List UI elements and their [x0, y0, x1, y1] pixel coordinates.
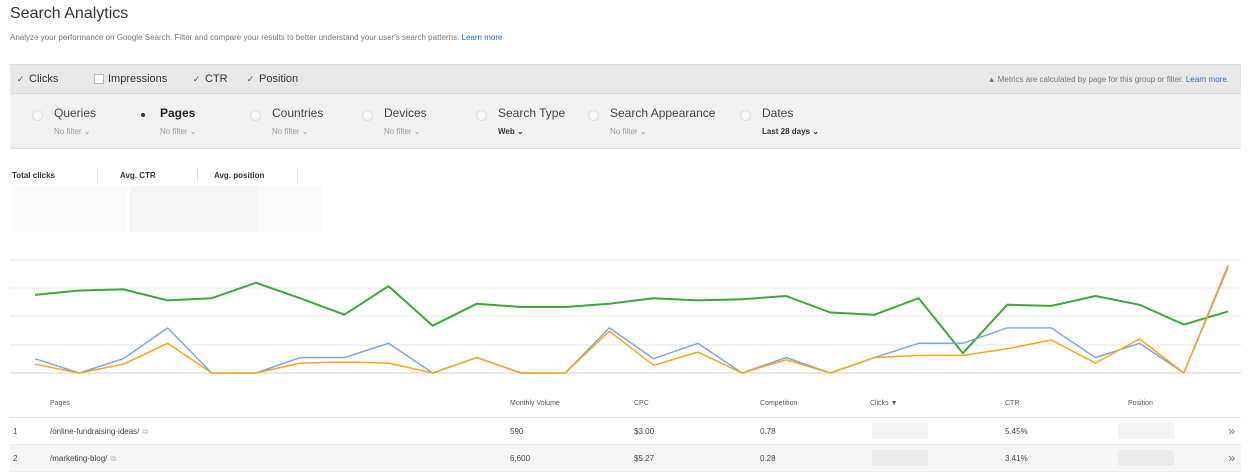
search-type-filter[interactable]: Web ⌄ — [498, 127, 524, 136]
position-redacted — [1118, 423, 1174, 439]
cpc: $5.27 — [634, 454, 655, 463]
avg-position-value-redacted — [258, 186, 322, 232]
devices-filter[interactable]: No filter ⌄ — [384, 127, 421, 136]
check-icon: ✓ — [192, 73, 201, 84]
clicks-redacted — [872, 450, 928, 466]
clicks-redacted — [872, 423, 928, 439]
metrics-note: ▲ Metrics are calculated by page for thi… — [987, 75, 1229, 84]
ctr-checkbox[interactable]: ✓ CTR — [192, 73, 228, 85]
ctr: 5.45% — [1005, 427, 1028, 436]
warning-icon: ▲ — [987, 75, 996, 84]
series-line-3 — [34, 264, 1229, 374]
divider — [197, 168, 198, 182]
radio-icon — [476, 110, 487, 121]
countries-filter[interactable]: No filter ⌄ — [272, 127, 309, 136]
queries-filter[interactable]: No filter ⌄ — [54, 127, 91, 136]
page-url[interactable]: /marketing-blog/⧉ — [50, 454, 116, 464]
competition: 0.28 — [760, 454, 776, 463]
competition: 0.78 — [760, 427, 776, 436]
series-line-2 — [34, 267, 1229, 374]
avg-ctr-label: Avg. CTR — [120, 171, 156, 180]
monthly-volume: 6,600 — [510, 454, 531, 463]
table-row[interactable]: 2 /marketing-blog/⧉ 6,600 $5.27 0.28 3.4… — [10, 445, 1241, 472]
col-ctr[interactable]: CTR — [1005, 400, 1019, 407]
dates-filter[interactable]: Last 28 days ⌄ — [762, 127, 819, 136]
row-number: 2 — [13, 454, 18, 463]
col-monthly-volume[interactable]: Monthly Volume — [510, 400, 560, 407]
page-url[interactable]: /online-fundraising-ideas/⧉ — [50, 427, 148, 437]
check-icon: ✓ — [16, 73, 25, 84]
checkbox-empty-icon — [94, 74, 104, 84]
learn-more-link[interactable]: Learn more — [462, 33, 503, 42]
page-subtitle: Analyze your performance on Google Searc… — [10, 33, 502, 42]
divider — [97, 168, 98, 182]
radio-icon — [740, 110, 751, 121]
radio-icon — [588, 110, 599, 121]
table-header: Pages Monthly Volume CPC Competition Cli… — [10, 389, 1241, 418]
metrics-learn-more-link[interactable]: Learn more. — [1186, 75, 1229, 84]
chart-series — [34, 264, 1229, 374]
performance-chart — [10, 259, 1241, 374]
position-checkbox[interactable]: ✓ Position — [246, 73, 298, 85]
col-clicks[interactable]: Clicks ▼ — [870, 400, 898, 407]
chevron-right-icon[interactable]: » — [1228, 451, 1235, 465]
chevron-right-icon[interactable]: » — [1228, 424, 1235, 438]
col-competition[interactable]: Competition — [760, 400, 797, 407]
page-title: Search Analytics — [10, 5, 129, 22]
search-appearance-filter[interactable]: No filter ⌄ — [610, 127, 647, 136]
avg-ctr-value-redacted — [130, 186, 258, 232]
col-cpc[interactable]: CPC — [634, 400, 649, 407]
position-redacted — [1118, 450, 1174, 466]
radio-selected-icon — [138, 110, 147, 119]
metrics-bar: ✓ Clicks Impressions ✓ CTR ✓ Position ▲ … — [10, 64, 1241, 94]
clicks-checkbox[interactable]: ✓ Clicks — [16, 73, 59, 85]
cpc: $3.00 — [634, 427, 655, 436]
table-row[interactable]: 1 /online-fundraising-ideas/⧉ 590 $3.00 … — [10, 418, 1241, 445]
ctr: 3.41% — [1005, 454, 1028, 463]
radio-icon — [250, 110, 261, 121]
external-link-icon[interactable]: ⧉ — [110, 454, 116, 463]
divider — [297, 168, 298, 182]
total-clicks-value-redacted — [12, 186, 127, 232]
external-link-icon[interactable]: ⧉ — [142, 427, 148, 436]
row-number: 1 — [13, 427, 18, 436]
check-icon: ✓ — [246, 73, 255, 84]
radio-icon — [32, 110, 43, 121]
dimension-tabs: Queries No filter ⌄ Pages No filter ⌄ Co… — [10, 94, 1241, 149]
avg-position-label: Avg. position — [214, 171, 265, 180]
radio-icon — [362, 110, 373, 121]
col-pages[interactable]: Pages — [50, 400, 70, 407]
col-position[interactable]: Position — [1128, 400, 1153, 407]
pages-filter[interactable]: No filter ⌄ — [160, 127, 197, 136]
monthly-volume: 590 — [510, 427, 524, 436]
subtitle-text: Analyze your performance on Google Searc… — [10, 33, 460, 42]
total-clicks-label: Total clicks — [12, 171, 55, 180]
impressions-checkbox[interactable]: Impressions — [94, 73, 167, 85]
